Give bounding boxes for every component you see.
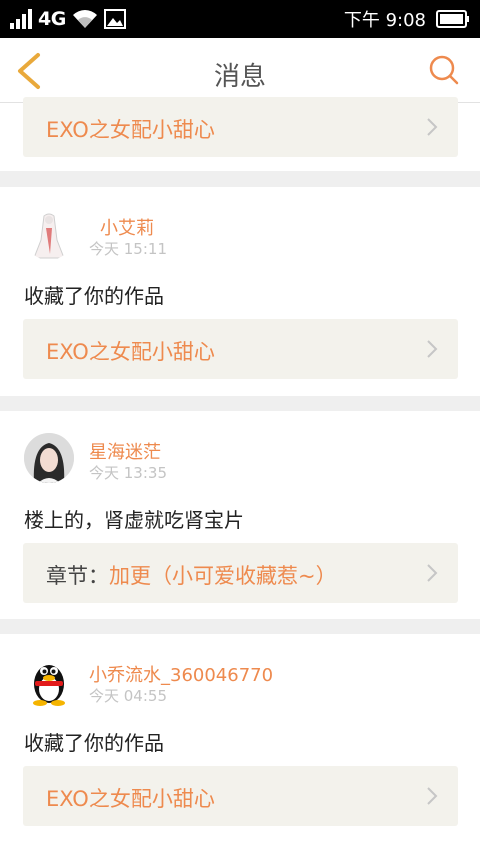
message-text: 收藏了你的作品 [24,731,164,755]
message-card: 小艾莉 今天 15:11 收藏了你的作品 EXO之女配小甜心 [0,187,480,396]
message-card: 小乔流水_360046770 今天 04:55 收藏了你的作品 EXO之女配小甜… [0,634,480,854]
username[interactable]: 小乔流水_360046770 [89,661,273,687]
avatar[interactable] [24,656,74,706]
message-text: 楼上的，肾虚就吃肾宝片 [24,508,244,532]
wifi-icon [72,10,97,28]
work-link[interactable]: EXO之女配小甜心 [23,766,458,826]
work-link[interactable]: EXO之女配小甜心 [23,319,458,379]
message-card: 星海迷茫 今天 13:35 楼上的，肾虚就吃肾宝片 章节：加更（小可爱收藏惹~） [0,411,480,619]
nav-bar: 消息 [0,38,480,103]
page-title: 消息 [213,62,266,92]
work-link[interactable]: EXO之女配小甜心 [23,97,458,157]
chevron-right-icon [427,118,438,136]
timestamp: 今天 13:35 [89,464,167,482]
status-bar: 4G 下午 9:08 [0,0,480,38]
chapter-link[interactable]: 章节：加更（小可爱收藏惹~） [23,543,458,603]
search-icon [429,55,459,85]
search-button[interactable] [428,54,460,86]
timestamp: 今天 04:55 [89,687,167,705]
username[interactable]: 小艾莉 [100,214,154,240]
chevron-right-icon [427,340,438,358]
timestamp: 今天 15:11 [89,240,167,258]
image-icon [103,9,126,29]
network-type: 4G [38,8,66,30]
work-title: EXO之女配小甜心 [46,118,215,142]
message-card: EXO之女配小甜心 [0,97,480,171]
status-time: 下午 9:08 [343,10,426,31]
chapter-title: 加更（小可爱收藏惹~） [109,564,337,588]
chevron-right-icon [427,787,438,805]
battery-icon [436,10,469,28]
avatar[interactable] [24,210,74,260]
message-text: 收藏了你的作品 [24,284,164,308]
signal-icon [10,9,32,29]
chevron-right-icon [427,564,438,582]
avatar[interactable] [24,433,74,483]
work-title: EXO之女配小甜心 [46,340,215,364]
chapter-prefix: 章节： [46,564,109,588]
qq-penguin-icon [33,665,65,706]
work-title: EXO之女配小甜心 [46,787,215,811]
username[interactable]: 星海迷茫 [89,438,161,464]
